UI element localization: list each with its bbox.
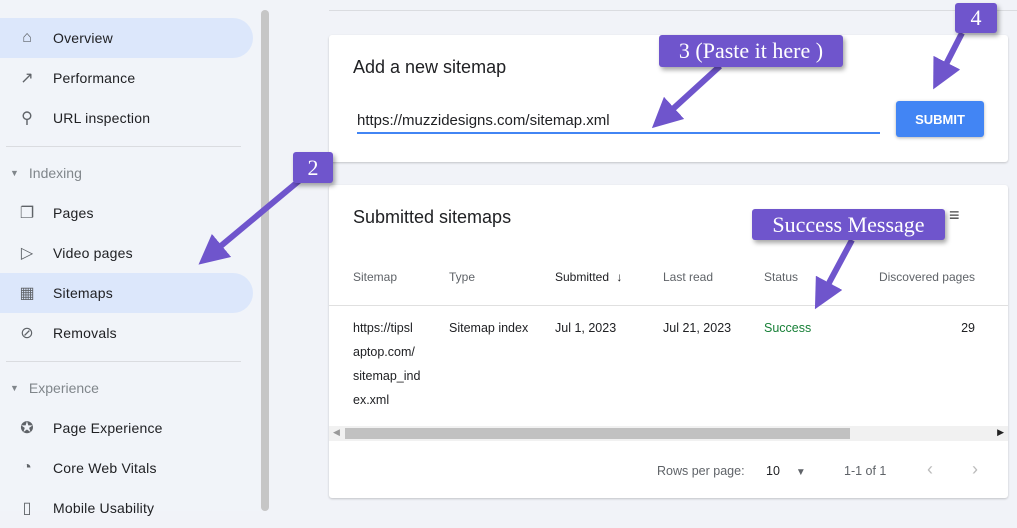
search-icon: ⚲ (21, 110, 33, 127)
divider (6, 146, 241, 147)
caret-down-icon: ▼ (10, 383, 19, 393)
filter-icon[interactable]: ≡ (949, 205, 960, 226)
trending-up-icon: ↗ (20, 70, 34, 87)
annotation-step-2: 2 (293, 152, 333, 183)
arrow-down-icon: ↓ (616, 270, 623, 284)
column-header-status[interactable]: Status (764, 270, 798, 284)
annotation-step-3: 3 (Paste it here ) (659, 35, 843, 67)
sidebar-item-video-pages[interactable]: ▷ Video pages (0, 233, 253, 273)
column-header-last-read[interactable]: Last read (663, 270, 713, 284)
status-badge: Success (764, 321, 812, 335)
horizontal-scrollbar[interactable]: ◀ ▶ (329, 426, 1008, 441)
sidebar-item-sitemaps[interactable]: ▦ Sitemaps (0, 273, 253, 313)
sitemap-url-input[interactable]: https://muzzidesigns.com/sitemap.xml (357, 101, 880, 134)
scrollbar-thumb[interactable] (345, 428, 850, 439)
section-experience[interactable]: ▼ Experience (10, 380, 99, 396)
sidebar-item-pages[interactable]: ❐ Pages (0, 193, 253, 233)
cell-sitemap[interactable]: https://tipsl aptop.com/ sitemap_ind ex.… (353, 316, 420, 412)
sidebar-item-core-web-vitals[interactable]: ◔ Core Web Vitals (0, 448, 253, 488)
cell-submitted: Jul 1, 2023 (555, 321, 617, 335)
column-header-submitted[interactable]: Submitted ↓ (555, 270, 622, 284)
sitemap-icon: ▦ (19, 285, 35, 302)
column-header-type[interactable]: Type (449, 270, 475, 284)
caret-down-icon: ▼ (795, 467, 806, 478)
scroll-right-icon[interactable]: ▶ (997, 427, 1004, 438)
annotation-step-4: 4 (955, 3, 997, 33)
sidebar: ⌂ Overview ↗ Performance ⚲ URL inspection ▼… (0, 0, 260, 517)
prev-page-icon[interactable]: ‹ (927, 459, 933, 480)
video-pages-icon: ▷ (20, 245, 34, 262)
sidebar-item-mobile-usability[interactable]: ▯ Mobile Usability (0, 488, 253, 528)
phone-icon: ▯ (22, 500, 32, 517)
sidebar-scrollbar[interactable] (261, 10, 269, 511)
cell-last-read: Jul 21, 2023 (663, 321, 732, 335)
sidebar-item-url-inspection[interactable]: ⚲ URL inspection (0, 98, 253, 138)
rows-per-page-select[interactable]: 10 ▼ (766, 464, 806, 478)
scroll-left-icon[interactable]: ◀ (333, 427, 340, 438)
column-header-discovered-pages[interactable]: Discovered pages (879, 270, 975, 284)
gauge-icon: ◔ (22, 459, 32, 476)
divider (329, 10, 1017, 11)
divider (6, 361, 241, 362)
sidebar-item-performance[interactable]: ↗ Performance (0, 58, 253, 98)
annotation-success: Success Message (752, 209, 945, 240)
sidebar-item-removals[interactable]: ⊘ Removals (0, 313, 253, 353)
home-icon: ⌂ (22, 29, 32, 46)
divider (329, 305, 1008, 306)
cell-discovered-pages: 29 (961, 321, 975, 335)
submit-button[interactable]: SUBMIT (896, 101, 984, 137)
next-page-icon[interactable]: › (972, 459, 978, 480)
section-indexing[interactable]: ▼ Indexing (10, 165, 82, 181)
eye-off-icon: ⊘ (20, 325, 34, 342)
sidebar-item-overview[interactable]: ⌂ Overview (0, 18, 253, 58)
rows-per-page-label: Rows per page: (657, 464, 745, 478)
pages-icon: ❐ (19, 205, 35, 222)
pagination-range: 1-1 of 1 (844, 464, 887, 478)
cell-type: Sitemap index (449, 321, 529, 335)
submitted-sitemaps-title: Submitted sitemaps (353, 207, 512, 227)
add-sitemap-title: Add a new sitemap (353, 57, 507, 77)
caret-down-icon: ▼ (10, 168, 19, 178)
column-header-sitemap[interactable]: Sitemap (353, 270, 397, 284)
sidebar-item-page-experience[interactable]: ✪ Page Experience (0, 408, 253, 448)
page-experience-icon: ✪ (20, 420, 34, 437)
